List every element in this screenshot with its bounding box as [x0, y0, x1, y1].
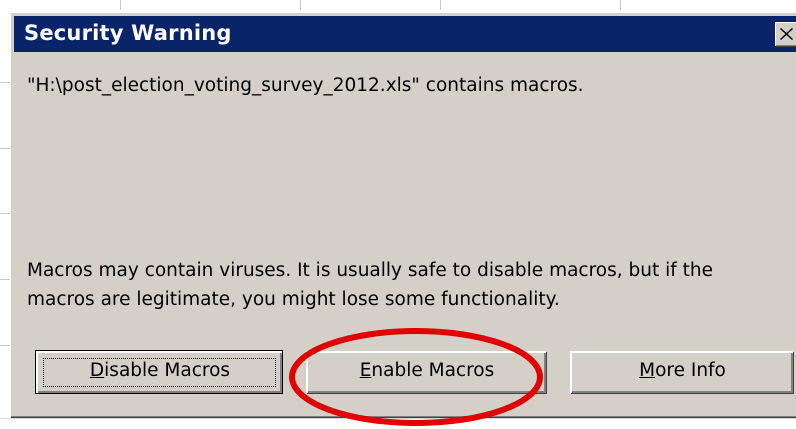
- dialog-titlebar[interactable]: Security Warning: [14, 16, 796, 52]
- grid-line: [120, 0, 121, 10]
- disable-macros-button[interactable]: Disable Macros: [35, 350, 283, 394]
- disable-label: isable Macros: [104, 360, 231, 381]
- close-button[interactable]: [775, 22, 796, 46]
- info-mnemonic: M: [639, 360, 656, 381]
- grid-line: [620, 0, 621, 10]
- enable-mnemonic: E: [359, 360, 372, 381]
- enable-macros-button[interactable]: Enable Macros: [306, 351, 546, 393]
- warning-message: Macros may contain viruses. It is usuall…: [27, 260, 714, 310]
- more-info-button[interactable]: More Info: [570, 351, 793, 393]
- close-icon: [780, 28, 793, 40]
- dialog-title: Security Warning: [24, 21, 232, 45]
- screen: Security Warning "H:\post_election_votin…: [0, 0, 796, 429]
- enable-label: nable Macros: [371, 360, 495, 381]
- security-warning-dialog: Security Warning "H:\post_election_votin…: [10, 12, 796, 417]
- info-label: ore Info: [655, 360, 726, 381]
- disable-mnemonic: D: [89, 360, 105, 381]
- file-message: "H:\post_election_voting_survey_2012.xls…: [27, 75, 584, 96]
- grid-line: [440, 0, 441, 10]
- grid-line: [0, 418, 796, 419]
- grid-line: [300, 0, 301, 10]
